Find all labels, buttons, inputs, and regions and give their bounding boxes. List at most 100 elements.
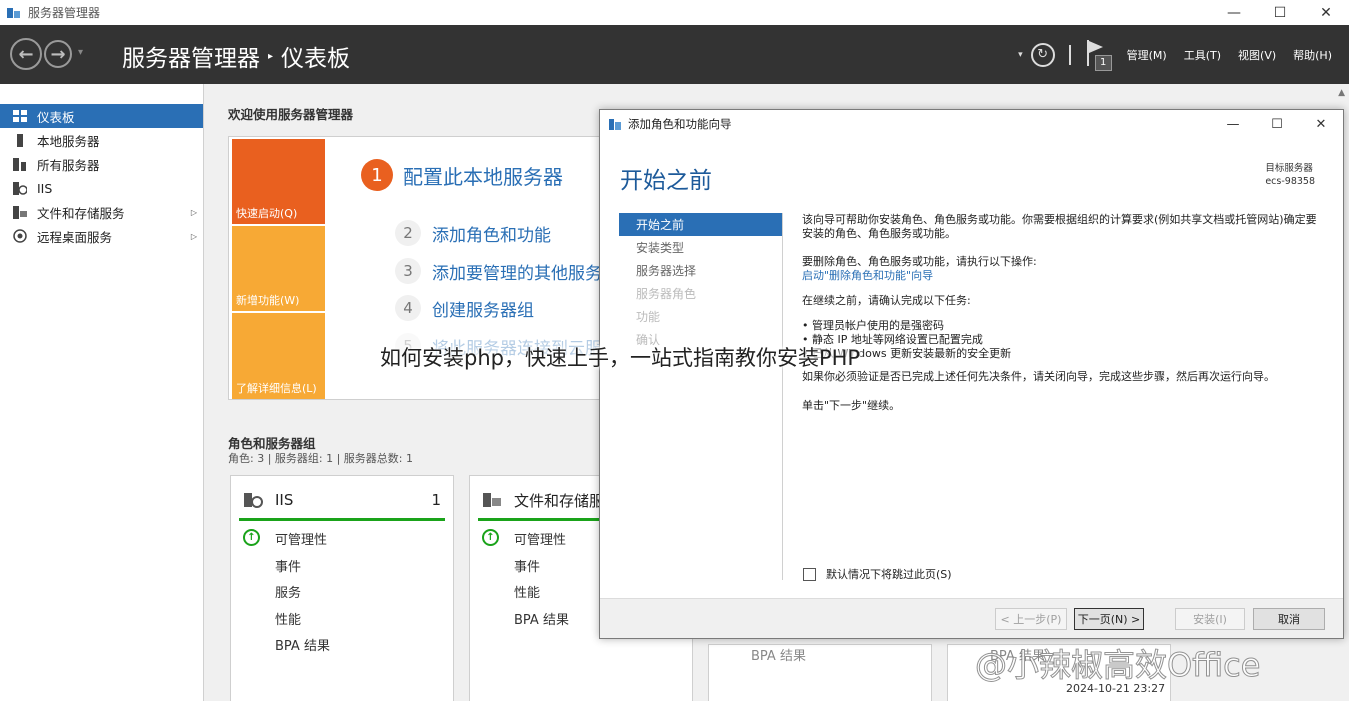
dialog-footer: < 上一步(P) 下一页(N) > 安装(I) 取消 [600,598,1343,638]
cancel-button[interactable]: 取消 [1253,608,1325,630]
breadcrumb-app[interactable]: 服务器管理器 [122,39,260,73]
card-row-performance[interactable]: 性能 [514,582,540,601]
sidebar-item-label: 本地服务器 [37,133,100,149]
card-row-bpa[interactable]: BPA 结果 [751,645,806,664]
dialog-heading: 开始之前 [620,168,712,194]
minimize-button[interactable]: — [1211,0,1257,25]
role-card-partial[interactable]: BPA 结果 [708,644,932,701]
welcome-title: 欢迎使用服务器管理器 [228,107,354,122]
intro-paragraph: 该向导可帮助你安装角色、角色服务或功能。你需要根据组织的计算要求(例如共享文档或… [802,213,1317,240]
step-label: 创建服务器组 [432,300,534,321]
tile-learn-more[interactable]: 了解详细信息(L) [232,313,325,399]
window-titlebar: 服务器管理器 — ☐ ✕ [0,0,1349,25]
sidebar-item-file-storage[interactable]: 文件和存储服务 ▷ [0,200,203,224]
dialog-minimize-button[interactable]: — [1211,110,1255,138]
servers-icon [12,157,28,171]
step-number: 3 [395,258,421,284]
role-card-iis[interactable]: IIS 1 ↑ 可管理性 事件 服务 性能 BPA 结果 [230,475,454,701]
sidebar-item-local-server[interactable]: 本地服务器 [0,128,203,152]
card-row-manageability[interactable]: 可管理性 [514,529,566,548]
remove-roles-link[interactable]: 启动"删除角色和功能"向导 [802,269,1327,283]
step-label: 添加角色和功能 [432,225,551,246]
card-title: IIS [275,491,294,509]
wizard-step-installation-type[interactable]: 安装类型 [619,236,782,259]
card-count: 1 [431,491,441,509]
dialog-maximize-button[interactable]: ☐ [1255,110,1299,138]
header-separator [1068,44,1071,65]
card-row-bpa[interactable]: BPA 结果 [514,609,569,628]
wizard-step-server-roles: 服务器角色 [636,287,697,301]
maximize-button[interactable]: ☐ [1257,0,1303,25]
card-row-manageability[interactable]: 可管理性 [275,529,327,548]
card-row-bpa[interactable]: BPA 结果 [275,635,330,654]
continue-paragraph: 单击"下一步"继续。 [802,399,901,412]
scroll-up-icon[interactable]: ▲ [1338,88,1345,98]
add-roles-wizard: 添加角色和功能向导 — ☐ ✕ 开始之前 目标服务器 ecs-98358 开始之… [599,109,1344,639]
window-title: 服务器管理器 [28,6,101,20]
server-icon [12,133,28,147]
step-number: 1 [361,159,393,191]
dialog-title: 添加角色和功能向导 [628,117,732,131]
target-server: 目标服务器 ecs-98358 [1265,162,1315,188]
refresh-button[interactable]: ↻ [1030,42,1055,67]
wizard-step-server-selection[interactable]: 服务器选择 [619,259,782,282]
next-button[interactable]: 下一页(N) > [1074,608,1144,630]
dialog-titlebar: 添加角色和功能向导 — ☐ ✕ [600,110,1343,138]
status-bar [239,518,445,521]
watermark: @小辣椒高效Office [974,646,1261,685]
back-button[interactable]: ← [10,38,42,70]
step-add-servers[interactable]: 3 添加要管理的其他服务器 [395,258,607,284]
iis-icon [12,181,28,195]
back-arrow-icon: ← [18,43,34,65]
skip-page-option[interactable]: 默认情况下将跳过此页(S) [803,566,952,582]
skip-page-label: 默认情况下将跳过此页(S) [826,568,952,581]
forward-button[interactable]: → [44,40,72,68]
notifications-button[interactable]: 1 [1085,39,1112,71]
step-label: 配置此本地服务器 [403,164,563,189]
sidebar-item-label: 所有服务器 [37,157,100,173]
menu-view[interactable]: 视图(V) [1238,47,1276,63]
sidebar-item-all-servers[interactable]: 所有服务器 [0,152,203,176]
breadcrumb-page: 仪表板 [281,46,351,72]
skip-page-checkbox[interactable] [803,567,816,581]
step-create-group[interactable]: 4 创建服务器组 [395,295,534,321]
expand-arrow-icon[interactable]: ▷ [191,208,197,217]
dialog-divider [782,213,783,580]
sidebar-item-label: 文件和存储服务 [37,205,125,221]
prereq-bullet: • 已从 Windows 更新安装最新的安全更新 [802,347,1012,360]
install-button[interactable]: 安装(I) [1175,608,1245,630]
verify-paragraph: 如果你必须验证是否已完成上述任何先决条件，请关闭向导，完成这些步骤，然后再次运行… [802,370,1275,383]
close-button[interactable]: ✕ [1303,0,1349,25]
menu-help[interactable]: 帮助(H) [1293,47,1332,63]
server-manager-icon [7,7,20,18]
target-server-label: 目标服务器 [1265,163,1313,174]
dialog-close-button[interactable]: ✕ [1299,110,1343,138]
sidebar-item-iis[interactable]: IIS [0,176,203,200]
card-row-services[interactable]: 服务 [275,582,301,601]
menu-tools[interactable]: 工具(T) [1184,47,1221,63]
overlay-caption: 如何安装php，快速上手，一站式指南教你安装PHP [380,346,861,370]
wizard-icon [609,118,621,130]
sidebar-item-remote-desktop[interactable]: 远程桌面服务 ▷ [0,224,203,248]
header-dropdown-icon[interactable]: ▾ [1018,50,1023,60]
wizard-steps: 开始之前 安装类型 服务器选择 服务器角色 功能 确认 [619,213,782,351]
card-row-performance[interactable]: 性能 [275,609,301,628]
expand-arrow-icon[interactable]: ▷ [191,232,197,241]
date-stamp: 2024-10-21 23:27 [1066,682,1166,695]
prereq-bullet: • 静态 IP 地址等网络设置已配置完成 [802,333,983,346]
menu-manage[interactable]: 管理(M) [1127,47,1167,63]
tile-whats-new[interactable]: 新增功能(W) [232,226,325,311]
sidebar-item-dashboard[interactable]: 仪表板 [0,104,203,128]
sidebar-item-label: IIS [37,180,53,196]
tile-quick-start[interactable]: 快速启动(Q) [232,139,325,224]
step-configure-local-server[interactable]: 1 配置此本地服务器 [361,159,563,191]
prereq-bullet: • 管理员帐户使用的是强密码 [802,319,944,332]
step-number: 2 [395,220,421,246]
card-row-events[interactable]: 事件 [275,556,301,575]
remove-paragraph: 要删除角色、角色服务或功能，请执行以下操作: [802,255,1037,268]
previous-button[interactable]: < 上一步(P) [995,608,1067,630]
wizard-step-before-you-begin[interactable]: 开始之前 [619,213,782,236]
step-add-roles[interactable]: 2 添加角色和功能 [395,220,551,246]
history-dropdown-icon[interactable]: ▾ [78,47,83,58]
card-row-events[interactable]: 事件 [514,556,540,575]
